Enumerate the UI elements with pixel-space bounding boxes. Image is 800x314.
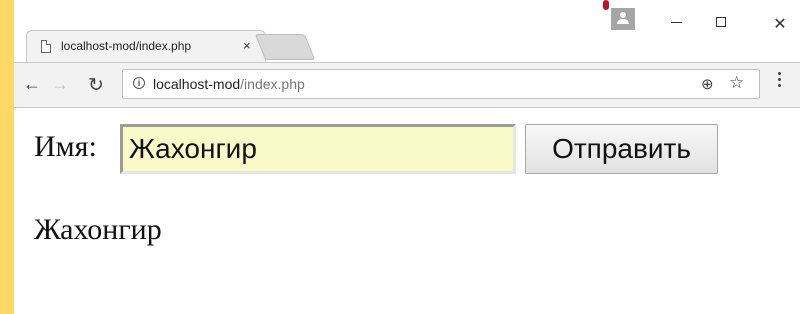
profile-badge bbox=[603, 0, 609, 10]
page-icon bbox=[41, 40, 51, 53]
back-arrow-icon[interactable]: ← bbox=[22, 74, 42, 95]
profile-icon[interactable] bbox=[611, 8, 635, 30]
address-bar[interactable]: i localhost-mod/index.php ⊕ ☆ bbox=[122, 69, 760, 99]
star-icon[interactable]: ☆ bbox=[729, 73, 744, 93]
tab-strip: localhost-mod/index.php × ✕ bbox=[14, 0, 800, 62]
close-window-icon[interactable]: ✕ bbox=[770, 14, 790, 34]
page-content: Имя: Отправить Жахонгир bbox=[14, 108, 800, 314]
info-icon[interactable]: i bbox=[133, 77, 145, 89]
name-input[interactable] bbox=[120, 124, 516, 174]
maximize-icon[interactable] bbox=[711, 14, 731, 27]
new-tab-button[interactable] bbox=[254, 34, 316, 60]
submit-button[interactable]: Отправить bbox=[525, 124, 718, 174]
browser-window: localhost-mod/index.php × ✕ ← → ↻ i loca… bbox=[14, 0, 800, 314]
tab-close-icon[interactable]: × bbox=[243, 38, 251, 53]
tab-title: localhost-mod/index.php bbox=[61, 39, 192, 53]
tab-active[interactable]: localhost-mod/index.php × bbox=[26, 30, 266, 62]
output-text: Жахонгир bbox=[34, 213, 162, 246]
browser-toolbar: ← → ↻ i localhost-mod/index.php ⊕ ☆ bbox=[14, 62, 800, 108]
zoom-icon[interactable]: ⊕ bbox=[701, 75, 714, 93]
menu-icon[interactable] bbox=[778, 72, 782, 90]
reload-icon[interactable]: ↻ bbox=[86, 74, 106, 97]
minimize-icon[interactable] bbox=[666, 14, 686, 23]
url-text[interactable]: localhost-mod/index.php bbox=[153, 76, 305, 92]
forward-arrow-icon[interactable]: → bbox=[50, 74, 70, 95]
name-label: Имя: bbox=[34, 130, 97, 163]
